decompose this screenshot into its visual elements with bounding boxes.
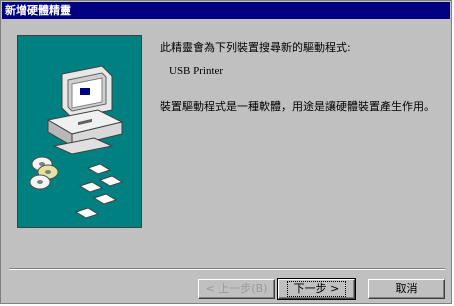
cancel-button-label: 取消	[395, 282, 418, 295]
wizard-window: 新增硬體精靈 此精靈會為下列裝置搜尋新的驅動程式: USB Printer 裝置…	[0, 0, 452, 304]
wizard-illustration-panel	[17, 35, 142, 228]
cancel-button[interactable]: 取消	[368, 279, 445, 299]
driver-description: 裝置驅動程式是一種軟體，用途是讓硬體裝置產生作用。	[160, 100, 435, 113]
wizard-illustration	[29, 65, 124, 219]
button-separator	[9, 268, 445, 270]
back-button[interactable]: < 上一步(B)	[198, 279, 275, 299]
back-button-label: < 上一步(B)	[205, 282, 268, 295]
cd-discs-icon	[29, 156, 59, 190]
next-button-label: 下一步 >	[286, 281, 347, 297]
computer-icon	[46, 65, 124, 155]
intro-text: 此精靈會為下列裝置搜尋新的驅動程式:	[160, 41, 351, 54]
next-button[interactable]: 下一步 >	[277, 278, 356, 300]
window-title: 新增硬體精靈	[2, 2, 450, 19]
device-list-item: USB Printer	[169, 65, 224, 77]
floppy-disks-icon	[74, 163, 124, 219]
